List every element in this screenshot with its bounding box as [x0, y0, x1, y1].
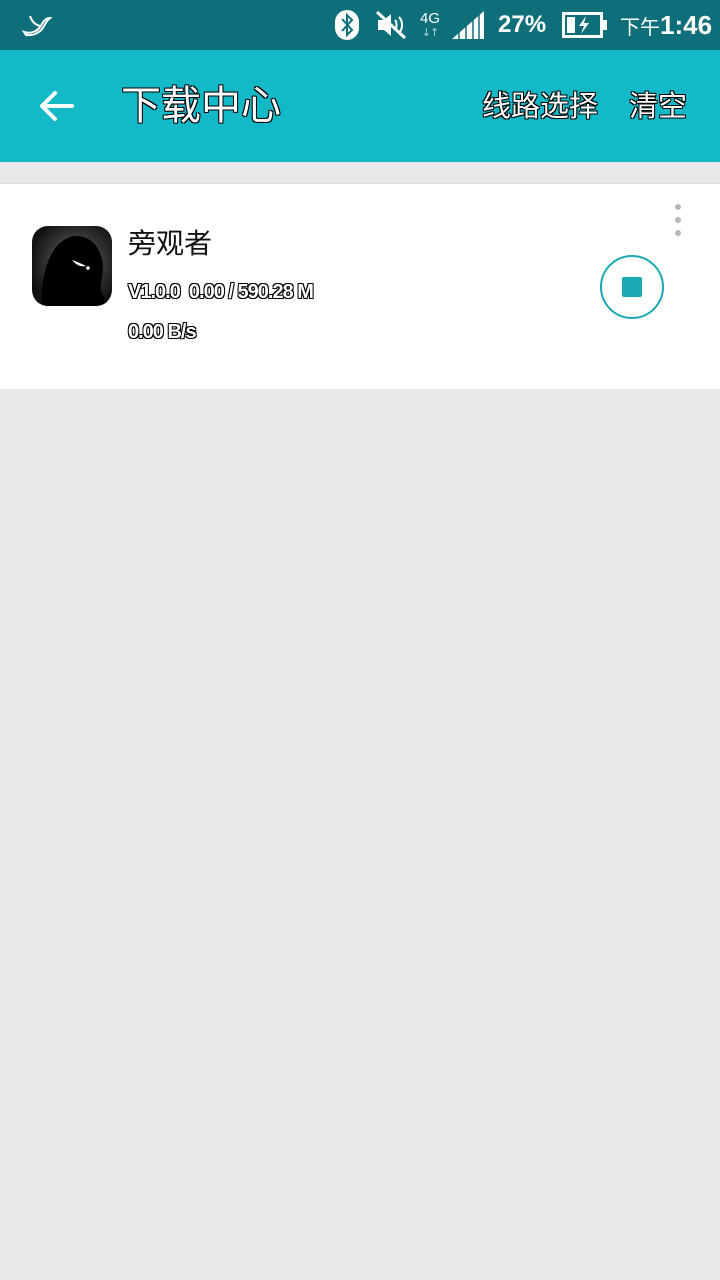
more-vertical-icon [675, 204, 681, 210]
app-icon [32, 226, 112, 306]
page-title: 下载中心 [121, 83, 281, 129]
clear-button[interactable]: 清空 [629, 84, 687, 128]
app-bar: 下载中心 线路选择 清空 [0, 50, 720, 162]
back-button[interactable] [28, 78, 84, 134]
stop-icon [622, 277, 642, 297]
clock: 下午 1:46 [620, 0, 712, 50]
app-name: 旁观者 [128, 227, 213, 260]
download-speed: 0.00 B/s [128, 321, 197, 343]
clock-ampm: 下午 [620, 16, 660, 39]
arrow-left-icon [40, 91, 74, 121]
status-bar: 4G ↓↑ 27% 下午 1:46 [0, 0, 720, 50]
more-vertical-icon [675, 230, 681, 236]
download-item[interactable]: 旁观者 V1.0.0 0.00 / 590.28 M 0.00 B/s [0, 183, 720, 389]
app-version-progress: V1.0.0 0.00 / 590.28 M [128, 281, 314, 303]
network-type: 4G [420, 10, 441, 27]
clock-time: 1:46 [660, 9, 713, 40]
signal-icon [450, 0, 486, 50]
swallow-logo-icon [22, 0, 52, 50]
battery-charging-icon [562, 0, 608, 50]
stop-download-button[interactable] [600, 255, 664, 319]
more-vertical-icon [675, 217, 681, 223]
network-arrows: ↓↑ [421, 26, 439, 39]
network-indicator: 4G ↓↑ [420, 0, 440, 50]
more-options-button[interactable] [666, 202, 690, 238]
bluetooth-icon [334, 0, 360, 50]
battery-percent: 27% [498, 11, 547, 38]
mute-icon [374, 0, 408, 50]
route-select-button[interactable]: 线路选择 [482, 84, 598, 128]
